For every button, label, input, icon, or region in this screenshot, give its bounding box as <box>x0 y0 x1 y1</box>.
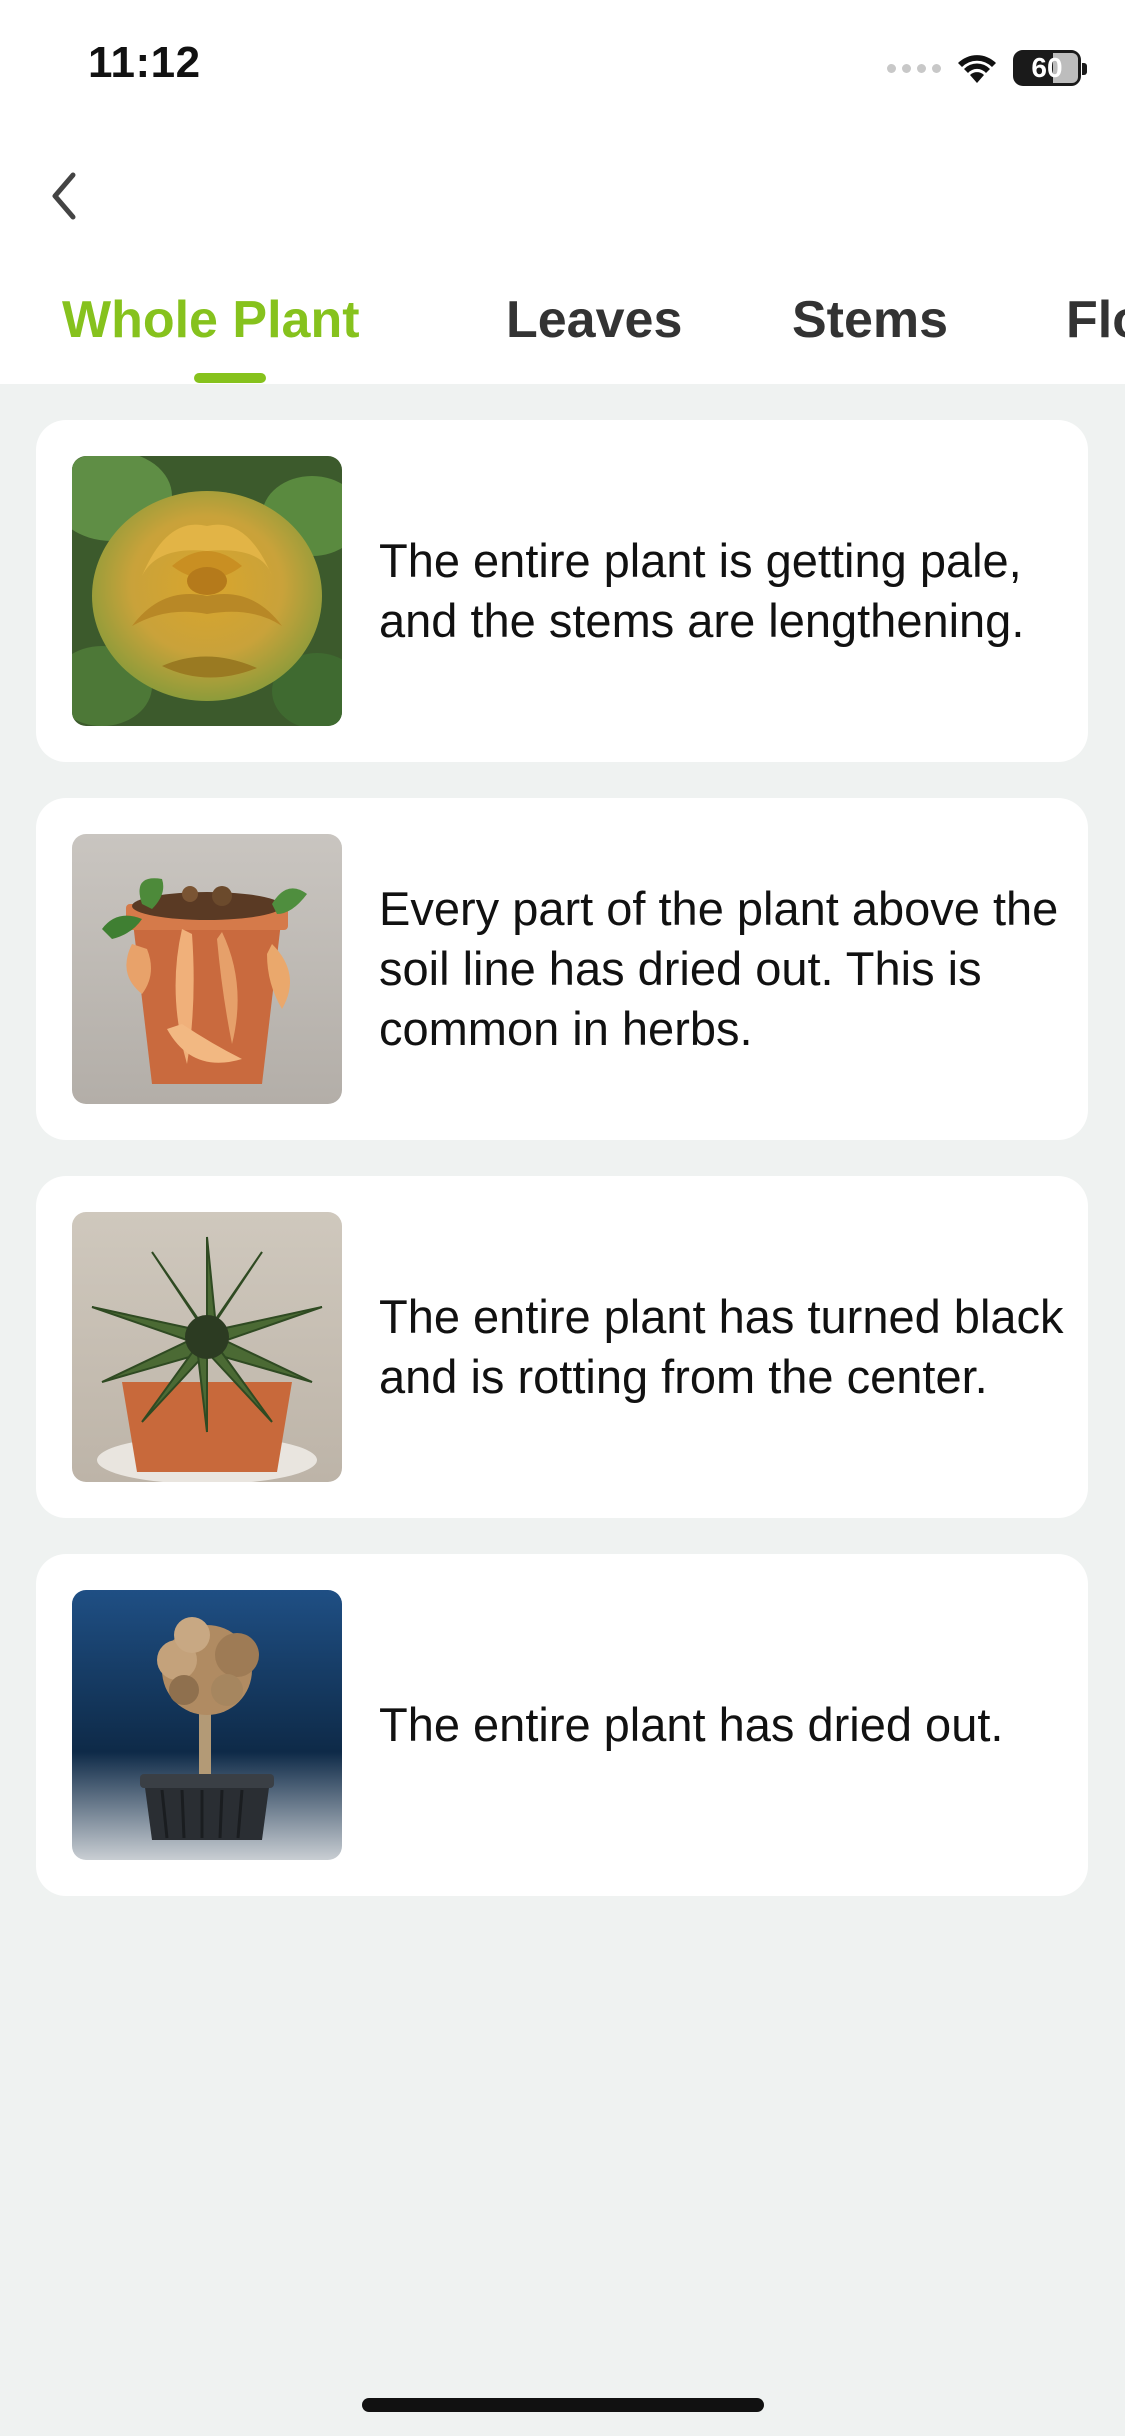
status-icons: 60 <box>887 44 1087 92</box>
wifi-icon <box>958 55 996 83</box>
symptom-card[interactable]: The entire plant is getting pale, and th… <box>36 420 1088 762</box>
symptom-image <box>72 456 342 726</box>
active-tab-indicator <box>194 373 266 383</box>
symptom-card[interactable]: The entire plant has turned black and is… <box>36 1176 1088 1518</box>
status-time: 11:12 <box>88 38 201 87</box>
symptom-description: The entire plant has turned black and is… <box>379 1290 1064 1403</box>
battery-icon: 60 <box>1013 50 1087 86</box>
back-button[interactable] <box>36 160 92 232</box>
symptom-description: The entire plant has dried out. <box>379 1698 1004 1751</box>
symptom-image <box>72 834 342 1104</box>
symptom-image <box>72 1590 342 1860</box>
tab-leaves[interactable]: Leaves <box>506 290 682 350</box>
battery-level: 60 <box>1031 52 1063 83</box>
symptom-list: The entire plant is getting pale, and th… <box>36 420 1088 1932</box>
symptom-description: The entire plant is getting pale, and th… <box>379 534 1025 647</box>
tab-whole-plant[interactable]: Whole Plant <box>62 290 360 350</box>
signal-icon <box>887 63 941 73</box>
symptom-card[interactable]: The entire plant has dried out. <box>36 1554 1088 1896</box>
symptom-description: Every part of the plant above the soil l… <box>379 882 1059 1055</box>
symptom-card[interactable]: Every part of the plant above the soil l… <box>36 798 1088 1140</box>
home-indicator <box>362 2398 764 2412</box>
tab-stems[interactable]: Stems <box>792 290 948 350</box>
category-tabs: Whole Plant Leaves Stems Flo <box>0 280 1125 384</box>
tab-flowers[interactable]: Flo <box>1066 290 1125 350</box>
symptom-image <box>72 1212 342 1482</box>
chevron-left-icon <box>52 172 76 220</box>
header: 11:12 60 Whole Plant Leaves Stems Flo <box>0 0 1125 384</box>
